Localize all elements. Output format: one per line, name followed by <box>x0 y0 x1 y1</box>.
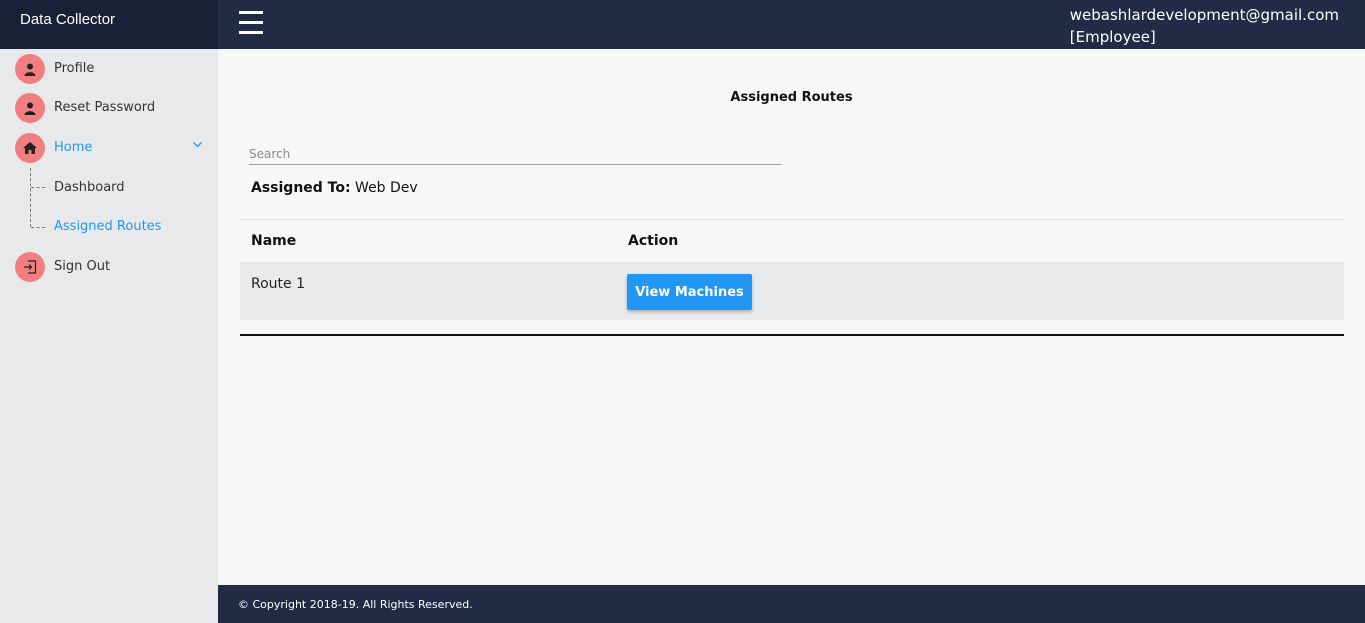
sign-out-icon <box>15 252 45 282</box>
column-header-name: Name <box>251 233 297 249</box>
sidebar-item-label: Reset Password <box>54 100 156 115</box>
sidebar-subitem-label: Assigned Routes <box>54 219 162 234</box>
assigned-to-value: Web Dev <box>355 180 418 196</box>
sidebar-item-reset-password[interactable]: Reset Password <box>0 91 218 127</box>
table-divider <box>240 334 1344 336</box>
app-title: Data Collector <box>0 0 218 49</box>
assigned-to-label: Assigned To: <box>251 180 351 196</box>
sidebar-subitem-label: Dashboard <box>54 180 125 195</box>
chevron-down-icon <box>193 140 202 151</box>
home-icon <box>15 133 45 163</box>
user-info: webashlardevelopment@gmail.com [Employee… <box>1070 4 1339 48</box>
copyright-text: © Copyright 2018-19. All Rights Reserved… <box>238 598 473 611</box>
routes-table: Name Action Route 1 View Machines <box>240 219 1344 336</box>
sidebar-item-sign-out[interactable]: Sign Out <box>0 250 218 286</box>
sidebar-item-home[interactable]: Home <box>0 131 218 167</box>
main-content: Assigned Routes Assigned To: Web Dev Nam… <box>218 49 1365 585</box>
sidebar-subitem-assigned-routes[interactable]: Assigned Routes <box>0 214 218 240</box>
footer: © Copyright 2018-19. All Rights Reserved… <box>218 585 1365 623</box>
user-role: [Employee] <box>1069 28 1156 46</box>
table-header: Name Action <box>240 219 1344 262</box>
sidebar-item-label: Profile <box>54 61 95 76</box>
sidebar-item-label: Home <box>54 140 93 155</box>
sidebar-subitem-dashboard[interactable]: Dashboard <box>0 175 218 201</box>
page-title: Assigned Routes <box>730 90 853 105</box>
user-icon <box>15 93 45 123</box>
view-machines-button[interactable]: View Machines <box>627 274 752 310</box>
sidebar-item-label: Sign Out <box>54 259 111 274</box>
column-header-action: Action <box>628 233 679 249</box>
assigned-to: Assigned To: Web Dev <box>251 180 418 196</box>
search-input[interactable] <box>249 144 781 164</box>
sidebar-item-profile[interactable]: Profile <box>0 52 218 88</box>
user-icon <box>15 54 45 84</box>
hamburger-menu-icon[interactable] <box>239 11 263 35</box>
route-name: Route 1 <box>251 276 305 292</box>
user-email: webashlardevelopment@gmail.com <box>1069 6 1339 24</box>
sidebar: Profile Reset Password Home Dashboard As… <box>0 49 218 623</box>
search-field <box>249 143 781 165</box>
table-row: Route 1 View Machines <box>240 262 1344 320</box>
top-bar: Data Collector webashlardevelopment@gmai… <box>0 0 1365 49</box>
